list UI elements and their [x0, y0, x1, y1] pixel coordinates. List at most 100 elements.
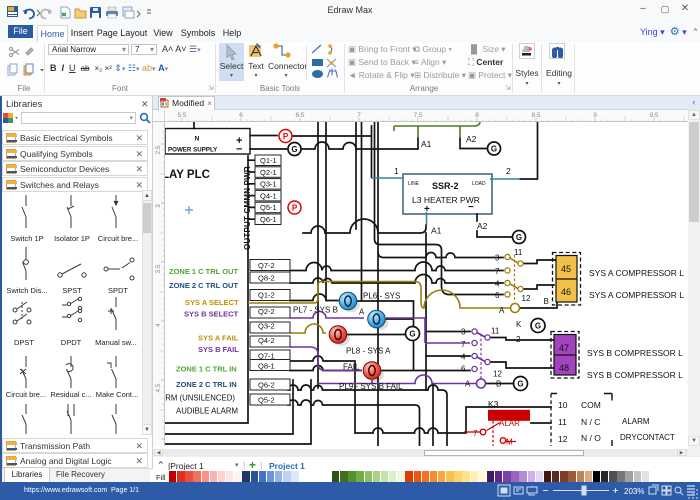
svg-text:Q2-1: Q2-1 [260, 168, 277, 177]
svg-text:N / O: N / O [581, 433, 601, 443]
svg-text:A2: A2 [466, 134, 477, 144]
svg-text:AUDIBLE ALARM: AUDIBLE ALARM [176, 407, 238, 416]
svg-text:G: G [291, 145, 297, 154]
svg-text:Q1-1: Q1-1 [260, 156, 277, 165]
svg-text:SYS A COMPRESSOR L: SYS A COMPRESSOR L [589, 268, 684, 278]
svg-text:B: B [496, 380, 501, 389]
svg-text:A: A [465, 380, 471, 389]
svg-text:DPDT: DPDT [61, 338, 82, 347]
svg-text:Q1-2: Q1-2 [258, 291, 275, 300]
svg-text:5.5: 5.5 [177, 112, 186, 119]
svg-text:−: − [468, 202, 474, 213]
svg-text:SSR-2: SSR-2 [432, 181, 459, 191]
svg-text:G: G [517, 380, 523, 389]
svg-text:SYS B COMPRESSOR L: SYS B COMPRESSOR L [587, 370, 683, 380]
svg-text:Manual sw...: Manual sw... [95, 338, 137, 347]
svg-text:2: 2 [506, 166, 511, 176]
svg-text:Q3-2: Q3-2 [258, 322, 275, 331]
svg-text:G: G [409, 330, 415, 339]
svg-text:FAIL: FAIL [343, 363, 360, 372]
svg-text:7: 7 [495, 267, 500, 276]
svg-text:P: P [292, 204, 298, 213]
svg-text:3: 3 [155, 204, 162, 208]
svg-text:ARM (UNSILENCED): ARM (UNSILENCED) [165, 394, 235, 403]
svg-text:ZONE 1 C TRL OUT: ZONE 1 C TRL OUT [169, 267, 238, 276]
svg-text:−: − [236, 144, 242, 156]
svg-text:Q7-1: Q7-1 [258, 352, 275, 361]
svg-text:Circuit bre...: Circuit bre... [98, 234, 138, 243]
svg-text:Make Cont...: Make Cont... [96, 390, 139, 399]
svg-text:7.5: 7.5 [413, 112, 422, 119]
svg-text:P: P [283, 132, 289, 141]
svg-text:6: 6 [495, 291, 500, 300]
svg-text:12: 12 [558, 434, 568, 444]
svg-text:LAY PLC: LAY PLC [165, 169, 210, 181]
svg-text:M: M [506, 438, 513, 447]
svg-text:8: 8 [475, 112, 479, 119]
svg-text:OUTPUT CMMN PWR: OUTPUT CMMN PWR [243, 166, 252, 250]
svg-text:7: 7 [357, 112, 361, 119]
svg-text:Q2-2: Q2-2 [258, 307, 275, 316]
svg-text:3.5: 3.5 [155, 264, 162, 273]
svg-text:PL7 - SYS B: PL7 - SYS B [293, 306, 338, 315]
svg-text:6: 6 [461, 365, 466, 374]
svg-text:SYS A FAIL: SYS A FAIL [198, 334, 239, 343]
svg-text:Q8-1: Q8-1 [258, 362, 275, 371]
svg-text:3: 3 [495, 254, 500, 263]
svg-text:SYS A COMPRESSOR L: SYS A COMPRESSOR L [589, 290, 684, 300]
svg-text:A: A [359, 308, 365, 317]
svg-text:11: 11 [514, 248, 523, 257]
svg-text:4: 4 [461, 353, 466, 362]
svg-text:A1: A1 [431, 226, 442, 236]
svg-text:Switch Dis...: Switch Dis... [6, 286, 47, 295]
svg-text:Q3-1: Q3-1 [260, 180, 277, 189]
svg-text:ZONE 1 C TRL IN: ZONE 1 C TRL IN [176, 365, 237, 374]
svg-text:SYS B COMPRESSOR L: SYS B COMPRESSOR L [587, 348, 683, 358]
svg-text:LINE: LINE [408, 181, 420, 187]
svg-text:SPDT: SPDT [108, 286, 128, 295]
svg-text:45: 45 [561, 264, 571, 274]
svg-text:Q7-2: Q7-2 [258, 261, 275, 270]
svg-text:COM: COM [581, 400, 601, 410]
svg-text:9.5: 9.5 [649, 112, 658, 119]
svg-text:Q4-2: Q4-2 [258, 336, 275, 345]
svg-text:POWER SUPPLY: POWER SUPPLY [168, 147, 218, 154]
svg-text:DPST: DPST [14, 338, 34, 347]
svg-text:N / C: N / C [581, 417, 600, 427]
svg-text:SPST: SPST [62, 286, 82, 295]
svg-text:Q6-2: Q6-2 [258, 381, 275, 390]
svg-text:K3: K3 [488, 399, 499, 409]
svg-text:Q5-2: Q5-2 [258, 396, 275, 405]
svg-text:Circuit bre...: Circuit bre... [6, 390, 46, 399]
svg-text:6.5: 6.5 [295, 112, 304, 119]
svg-text:ALAR: ALAR [499, 419, 520, 428]
svg-text:6: 6 [239, 112, 243, 119]
svg-text:ALARM: ALARM [622, 417, 650, 426]
svg-text:Switch 1P: Switch 1P [10, 234, 43, 243]
svg-text:PL9 - SYS B FAIL: PL9 - SYS B FAIL [339, 382, 403, 391]
svg-text:9: 9 [593, 112, 597, 119]
svg-text:Q8-2: Q8-2 [258, 274, 275, 283]
svg-text:SYS B FAIL: SYS B FAIL [198, 345, 239, 354]
svg-text:A: A [499, 306, 505, 315]
svg-text:8.5: 8.5 [531, 112, 540, 119]
svg-text:11: 11 [491, 327, 500, 336]
svg-text:G: G [535, 322, 541, 331]
svg-text:2.5: 2.5 [155, 145, 162, 154]
svg-text:47: 47 [559, 343, 569, 353]
svg-text:Q5-1: Q5-1 [260, 203, 277, 212]
svg-text:K: K [516, 320, 522, 329]
svg-text:PL6 - SYS: PL6 - SYS [363, 292, 400, 301]
svg-text:10: 10 [558, 400, 568, 410]
svg-text:1: 1 [394, 166, 399, 176]
svg-text:SYS A SELECT: SYS A SELECT [185, 298, 239, 307]
svg-text:Residual c...: Residual c... [50, 390, 91, 399]
svg-text:7: 7 [461, 340, 466, 349]
svg-text:Isolator 1P: Isolator 1P [54, 234, 90, 243]
svg-text:7: 7 [473, 429, 478, 438]
svg-text:B: B [544, 297, 549, 306]
svg-text:ZONE 2 C TRL OUT: ZONE 2 C TRL OUT [169, 281, 238, 290]
svg-text:ZONE 2 C TRL IN: ZONE 2 C TRL IN [176, 380, 237, 389]
svg-text:N: N [195, 136, 200, 143]
svg-text:PL8 - SYS A: PL8 - SYS A [346, 347, 391, 356]
